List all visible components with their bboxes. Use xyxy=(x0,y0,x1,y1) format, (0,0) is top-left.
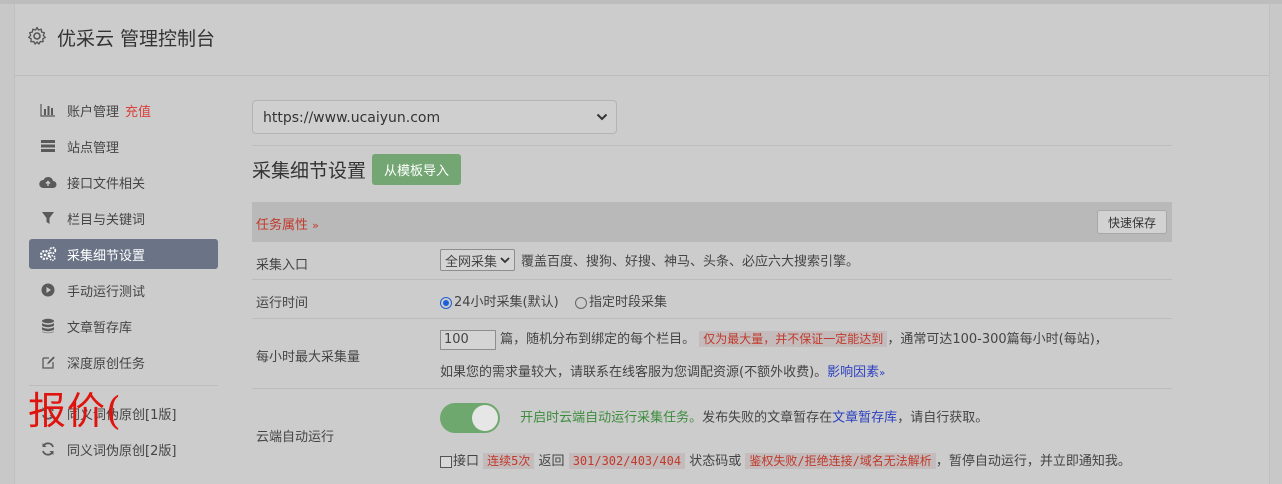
article-storage-link[interactable]: 文章暂存库 xyxy=(832,411,897,426)
sidebar-item-label: 站点管理 xyxy=(67,140,120,156)
max-line-1: 100 篇，随机分布到绑定的每个栏目。 仅为最大量，并不保证一定能达到 ，通常可达… xyxy=(440,328,1108,350)
max-text-3: 如果您的需求量较大，请联系在线客服为您调配资源(不额外收费)。 xyxy=(440,365,828,380)
play-circle-icon xyxy=(39,281,57,299)
site-select[interactable]: https://www.ucaiyun.com xyxy=(252,100,617,134)
sidebar-item-columns-keywords[interactable]: 栏目与关键词 xyxy=(29,203,218,233)
sidebar-item-label: 同义词伪原创[2版] xyxy=(67,443,177,459)
page-title: 优采云 管理控制台 xyxy=(57,28,216,50)
row-entry: 采集入口 全网采集 覆盖百度、搜狗、好搜、神马、头条、必应六大搜索引擎。 xyxy=(252,242,1172,280)
cogs-icon xyxy=(39,245,57,263)
radio-24h[interactable] xyxy=(440,296,452,309)
double-chevron-down-icon: » xyxy=(879,368,886,379)
influence-factors-link[interactable]: 影响因素» xyxy=(827,365,885,380)
double-chevron-down-icon: » xyxy=(312,219,319,232)
page-header: 优采云 管理控制台 xyxy=(15,4,1269,76)
sidebar-item-label: 手动运行测试 xyxy=(67,284,146,300)
code-consecutive: 连续5次 xyxy=(483,453,535,469)
section-title: 采集细节设置 xyxy=(252,159,367,182)
main-content: https://www.ucaiyun.com 采集细节设置 从模板导入 任务属… xyxy=(252,100,1172,481)
cloud-line-1: 开启时云端自动运行采集任务。发布失败的文章暂存在文章暂存库，请自行获取。 xyxy=(440,403,988,433)
sidebar-item-collect-settings[interactable]: 采集细节设置 xyxy=(29,239,218,269)
database-icon xyxy=(39,317,57,335)
cloud-auto-toggle[interactable] xyxy=(440,403,500,433)
cloud-t2: 状态码或 xyxy=(689,454,742,469)
row-run-time: 运行时间 24小时采集(默认) 指定时段采集 xyxy=(252,280,1172,319)
filter-icon xyxy=(39,209,57,227)
influence-factors-label: 影响因素 xyxy=(827,365,880,380)
entry-value: 全网采集 覆盖百度、搜狗、好搜、神马、头条、必应六大搜索引擎。 xyxy=(440,249,859,271)
sidebar-item-label: 采集细节设置 xyxy=(67,248,146,264)
sidebar-item-sites[interactable]: 站点管理 xyxy=(29,131,218,161)
cloud-green-text: 开启时云端自动运行采集任务。 xyxy=(520,410,703,426)
run-time-label: 运行时间 xyxy=(256,296,309,311)
sidebar-item-label: 文章暂存库 xyxy=(67,320,133,336)
cloud-label: 云端自动运行 xyxy=(256,430,335,445)
recharge-link[interactable]: 充值 xyxy=(125,101,151,120)
row-max-per-hour: 每小时最大采集量 100 篇，随机分布到绑定的每个栏目。 仅为最大量，并不保证一… xyxy=(252,319,1172,389)
sidebar-item-article-storage[interactable]: 文章暂存库 xyxy=(29,311,218,341)
sidebar-item-manual-test[interactable]: 手动运行测试 xyxy=(29,275,218,305)
task-attributes-label: 任务属性 xyxy=(256,218,309,233)
code-errors: 鉴权失败/拒绝连接/域名无法解析 xyxy=(745,453,936,469)
max-input[interactable]: 100 xyxy=(440,330,496,350)
sidebar-item-label: 接口文件相关 xyxy=(67,176,146,192)
sidebar-item-account[interactable]: 账户管理 充值 xyxy=(29,95,218,125)
task-attributes-toggle[interactable]: 任务属性 » xyxy=(256,214,319,233)
sidebar-item-label: 栏目与关键词 xyxy=(67,212,146,228)
cloud-line-2: 接口 连续5次 返回 301/302/403/404 状态码或 鉴权失败/拒绝连… xyxy=(440,450,1131,469)
sidebar-item-interface-files[interactable]: 接口文件相关 xyxy=(29,167,218,197)
max-line-2: 如果您的需求量较大，请联系在线客服为您调配资源(不额外收费)。影响因素» xyxy=(440,361,885,380)
import-template-button[interactable]: 从模板导入 xyxy=(372,153,462,185)
sidebar-item-deep-original[interactable]: 深度原创任务 xyxy=(29,347,218,377)
row-cloud-auto: 云端自动运行 开启时云端自动运行采集任务。发布失败的文章暂存在文章暂存库，请自行… xyxy=(252,389,1172,481)
entry-desc: 覆盖百度、搜狗、好搜、神马、头条、必应六大搜索引擎。 xyxy=(521,254,860,270)
sidebar-item-label: 深度原创任务 xyxy=(67,356,146,372)
interface-checkbox[interactable] xyxy=(440,455,452,468)
site-select-value: https://www.ucaiyun.com xyxy=(263,110,441,126)
checkbox-label: 接口 xyxy=(453,454,480,469)
bar-chart-icon xyxy=(39,101,57,119)
server-icon xyxy=(39,137,57,155)
refresh-icon xyxy=(39,440,57,458)
cloud-t1: 返回 xyxy=(538,454,565,469)
entry-select[interactable]: 全网采集 xyxy=(440,249,516,271)
run-time-options: 24小时采集(默认) 指定时段采集 xyxy=(440,291,667,310)
toggle-knob xyxy=(472,405,498,431)
max-text-2: ，通常可达100-300篇每小时(每站)， xyxy=(887,332,1108,347)
entry-select-value: 全网采集 xyxy=(445,254,498,270)
radio-24h-label: 24小时采集(默认) xyxy=(454,295,559,310)
quick-save-button[interactable]: 快速保存 xyxy=(1096,210,1167,234)
radio-scheduled-label: 指定时段采集 xyxy=(588,295,667,310)
cloud-upload-icon xyxy=(39,173,57,191)
chevron-down-icon xyxy=(596,113,608,121)
max-label: 每小时最大采集量 xyxy=(256,350,361,365)
max-text-1: 篇，随机分布到绑定的每个栏目。 xyxy=(500,332,696,347)
radio-scheduled[interactable] xyxy=(574,296,587,309)
price-stamp: 报价( xyxy=(28,389,122,433)
cloud-text-2: ，请自行获取。 xyxy=(897,410,989,426)
cloud-t3: ，暂停自动运行，并立即通知我。 xyxy=(935,454,1131,469)
task-attributes-header: 任务属性 » 快速保存 xyxy=(252,202,1172,242)
sidebar-item-label: 账户管理 xyxy=(67,104,120,120)
edit-icon xyxy=(39,353,57,371)
code-status: 301/302/403/404 xyxy=(568,453,686,469)
entry-label: 采集入口 xyxy=(256,258,309,273)
section-header: 采集细节设置 从模板导入 xyxy=(252,146,1172,192)
max-warning: 仅为最大量，并不保证一定能达到 xyxy=(699,331,888,347)
console-panel: 优采云 管理控制台 账户管理 充值 站点管理 接口文件相关 栏目与关键词 采集细… xyxy=(14,4,1270,484)
sidebar-item-synonym-v2[interactable]: 同义词伪原创[2版] xyxy=(29,434,218,464)
cloud-text-1: 发布失败的文章暂存在 xyxy=(702,410,833,426)
gear-icon xyxy=(28,26,46,45)
chevron-down-icon xyxy=(500,257,510,264)
